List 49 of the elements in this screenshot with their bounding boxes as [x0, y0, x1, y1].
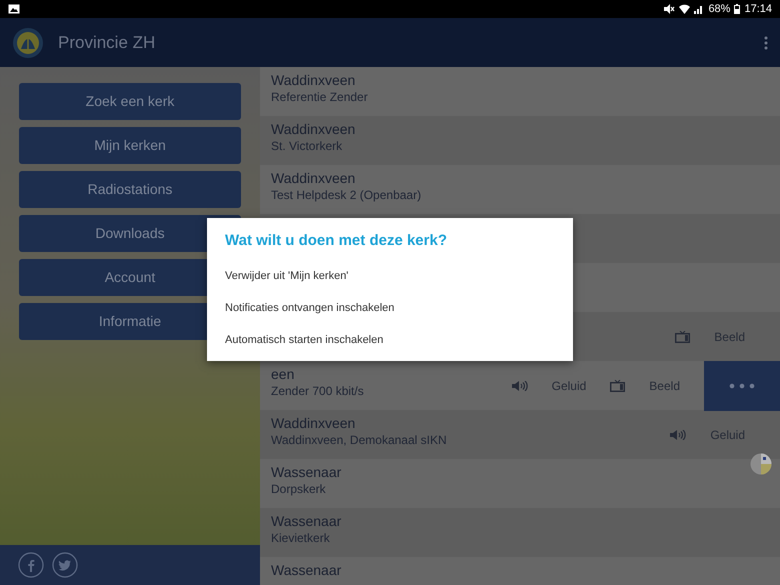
video-label[interactable]: Beeld — [649, 376, 680, 394]
church-place: Waddinxveen — [271, 415, 356, 432]
signal-icon — [694, 4, 704, 14]
menu-button[interactable]: Radiostations — [19, 171, 241, 208]
twitter-icon[interactable] — [52, 552, 78, 578]
tv-icon — [675, 330, 690, 342]
church-place: Waddinxveen — [271, 121, 356, 138]
list-row[interactable]: Waddinxveen Referentie Zender — [260, 67, 780, 116]
church-place: Wassenaar — [271, 562, 342, 580]
church-name: Dorpskerk — [271, 482, 327, 498]
church-name: Referentie Zender — [271, 90, 369, 106]
speaker-icon — [512, 380, 528, 390]
menu-button[interactable]: Mijn kerken — [19, 127, 241, 164]
church-place: een — [271, 366, 296, 384]
list-row[interactable]: een Zender 700 kbit/s Geluid Beeld — [260, 361, 780, 410]
church-place: Waddinxveen — [271, 72, 356, 90]
church-name: Zender 700 kbit/s — [271, 384, 365, 400]
facebook-icon[interactable] — [18, 552, 44, 578]
speaker-icon — [670, 430, 686, 440]
church-place: Waddinxveen — [271, 170, 356, 188]
church-place: Wassenaar — [271, 464, 342, 482]
church-name: Test Helpdesk 2 (Openbaar) — [271, 188, 422, 204]
more-icon — [729, 382, 755, 388]
list-row[interactable]: Wassenaar Kievietkerk — [260, 508, 780, 557]
list-row[interactable]: Waddinxveen Waddinxveen, Demokanaal sIKN Geluid — [260, 410, 780, 459]
list-row[interactable]: Waddinxveen St. Victorkerk — [260, 116, 780, 165]
more-button[interactable] — [704, 360, 780, 410]
app-title: Provincie ZH — [58, 32, 156, 54]
church-name: Waddinxveen, Demokanaal sIKN — [271, 432, 448, 448]
battery-percentage: 68% — [708, 2, 730, 17]
list-row[interactable]: Waddinxveen Test Helpdesk 2 (Openbaar) — [260, 165, 780, 214]
mute-icon — [664, 4, 676, 14]
audio-label[interactable]: Geluid — [552, 376, 586, 394]
clock: 17:14 — [744, 2, 772, 17]
user-badge-icon[interactable] — [750, 453, 772, 475]
church-name: St. Victorkerk — [271, 138, 344, 154]
list-row[interactable]: Wassenaar Dorpskerk — [260, 459, 780, 508]
wifi-icon — [679, 4, 690, 14]
church-name: Kievietkerk — [271, 530, 331, 546]
battery-icon — [734, 4, 740, 14]
overflow-menu-icon[interactable] — [764, 36, 768, 50]
logo-icon — [12, 26, 44, 58]
menu-button[interactable]: Zoek een kerk — [19, 83, 241, 120]
tv-icon — [610, 380, 626, 392]
church-place: Wassenaar — [271, 513, 342, 530]
list-row[interactable]: Wassenaar — [260, 557, 780, 585]
video-label[interactable]: Beeld — [714, 328, 745, 346]
audio-label[interactable]: Geluid — [710, 426, 745, 444]
image-icon — [8, 4, 20, 14]
